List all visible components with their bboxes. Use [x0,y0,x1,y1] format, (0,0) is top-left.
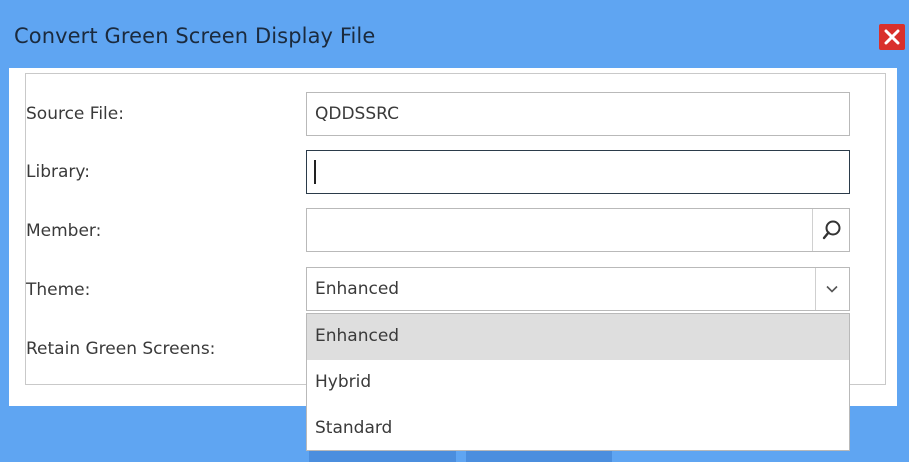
source-file-value: QDDSSRC [315,104,399,124]
theme-value: Enhanced [315,279,400,299]
member-label: Member: [26,221,102,241]
close-button[interactable] [879,24,905,50]
theme-option-label: Standard [315,418,393,438]
dialog-title: Convert Green Screen Display File [14,24,376,48]
text-caret [314,160,316,184]
library-input[interactable] [306,150,850,194]
library-label: Library: [26,162,90,182]
theme-dropdown-list: Enhanced Hybrid Standard [306,313,850,451]
search-icon [822,220,841,240]
source-file-input[interactable]: QDDSSRC [306,92,850,136]
close-icon [884,29,900,45]
theme-select[interactable]: Enhanced [306,267,850,311]
source-file-label: Source File: [26,104,124,124]
theme-label: Theme: [26,280,91,300]
theme-option-standard[interactable]: Standard [307,406,849,452]
theme-option-label: Hybrid [315,372,372,392]
member-input[interactable] [306,208,850,252]
theme-dropdown-button[interactable] [815,268,849,310]
member-search-button[interactable] [812,209,849,251]
theme-option-label: Enhanced [315,326,400,346]
theme-option-enhanced[interactable]: Enhanced [307,314,849,360]
title-bar[interactable]: Convert Green Screen Display File [0,0,909,68]
convert-dialog: Convert Green Screen Display File Source… [0,0,909,462]
chevron-down-icon [826,285,838,293]
retain-green-screens-label: Retain Green Screens: [26,339,216,359]
theme-option-hybrid[interactable]: Hybrid [307,360,849,406]
